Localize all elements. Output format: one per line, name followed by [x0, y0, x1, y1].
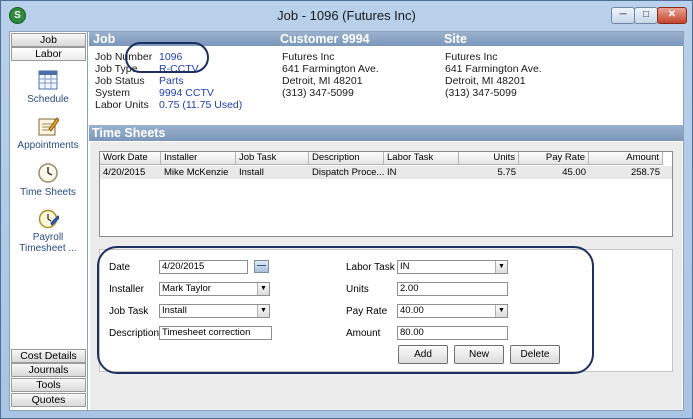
- maximize-button[interactable]: □: [634, 7, 658, 24]
- customer-phone: (313) 347-5099: [282, 87, 354, 99]
- grid-header: Work Date Installer Job Task Description…: [100, 152, 672, 165]
- job-window: S Job - 1096 (Futures Inc) ─ □ ✕ Job Lab…: [0, 0, 693, 419]
- annotation-rounded-rect: [97, 246, 594, 374]
- sidebar-tab-labor[interactable]: Labor: [11, 47, 86, 61]
- schedule-icon: [38, 70, 58, 90]
- column-header-amount[interactable]: Amount: [589, 152, 663, 165]
- column-header-pay-rate[interactable]: Pay Rate: [519, 152, 589, 165]
- labor-units-value: 0.75 (11.75 Used): [159, 99, 243, 111]
- title-bar[interactable]: S Job - 1096 (Futures Inc) ─ □ ✕: [1, 1, 692, 29]
- customer-city: Detroit, MI 48201: [282, 75, 363, 87]
- navigation-sidebar: Job Labor Schedule Appointments Time She…: [10, 32, 88, 410]
- customer-street: 641 Farmington Ave.: [282, 63, 379, 75]
- main-panel: Job Customer 9994 Site Job Number 1096 J…: [89, 32, 683, 410]
- job-status-value: Parts: [159, 75, 184, 87]
- customer-section-title: Customer 9994: [280, 32, 370, 46]
- table-cell: IN: [387, 167, 397, 178]
- table-cell: Dispatch Proce...: [312, 167, 384, 178]
- sidebar-item-payroll-timesheet[interactable]: Payroll Timesheet ...: [10, 207, 86, 254]
- column-header-work-date[interactable]: Work Date: [100, 152, 161, 165]
- job-status-label: Job Status: [95, 75, 145, 87]
- column-header-labor-task[interactable]: Labor Task: [384, 152, 459, 165]
- column-header-description[interactable]: Description: [309, 152, 384, 165]
- time-sheets-title: Time Sheets: [92, 126, 166, 140]
- time-sheets-bar: Time Sheets: [89, 125, 683, 141]
- sidebar-tab-tools[interactable]: Tools: [11, 378, 86, 392]
- sidebar-tab-job[interactable]: Job: [11, 33, 86, 47]
- clock-icon: [38, 163, 58, 183]
- table-cell: 4/20/2015: [103, 167, 146, 178]
- labor-units-label: Labor Units: [95, 99, 149, 111]
- column-header-job-task[interactable]: Job Task: [236, 152, 309, 165]
- job-section-title: Job: [93, 32, 116, 46]
- site-street: 641 Farmington Ave.: [445, 63, 542, 75]
- payroll-timesheet-icon: [38, 209, 59, 229]
- system-value: 9994 CCTV: [159, 87, 214, 99]
- appointments-icon: [38, 117, 59, 136]
- system-label: System: [95, 87, 131, 99]
- sidebar-tab-cost-details[interactable]: Cost Details: [11, 349, 86, 363]
- table-cell: Mike McKenzie: [164, 167, 229, 178]
- job-header: Job Customer 9994 Site Job Number 1096 J…: [89, 32, 683, 122]
- sidebar-tab-journals[interactable]: Journals: [11, 363, 86, 377]
- sidebar-item-appointments[interactable]: Appointments: [10, 115, 86, 151]
- minimize-button[interactable]: ─: [611, 7, 635, 24]
- column-header-units[interactable]: Units: [459, 152, 519, 165]
- sidebar-item-label: Time Sheets: [20, 187, 76, 198]
- client-area: Job Labor Schedule Appointments Time She…: [9, 31, 684, 411]
- table-cell: 5.75: [497, 167, 517, 178]
- sidebar-item-time-sheets[interactable]: Time Sheets: [10, 162, 86, 198]
- sidebar-tab-quotes[interactable]: Quotes: [11, 393, 86, 407]
- sidebar-item-label: Schedule: [27, 94, 69, 105]
- time-sheets-area: Work Date Installer Job Task Description…: [90, 142, 682, 410]
- window-title: Job - 1096 (Futures Inc): [277, 8, 416, 23]
- sidebar-item-label: Appointments: [17, 140, 79, 151]
- annotation-ellipse: [125, 42, 209, 73]
- table-cell: 258.75: [630, 167, 660, 178]
- sidebar-item-label: Payroll Timesheet ...: [19, 232, 77, 254]
- table-cell: Install: [239, 167, 264, 178]
- customer-name: Futures Inc: [282, 51, 335, 63]
- time-sheets-grid[interactable]: Work Date Installer Job Task Description…: [99, 151, 673, 237]
- table-cell: 45.00: [562, 167, 586, 178]
- site-name: Futures Inc: [445, 51, 498, 63]
- sidebar-item-schedule[interactable]: Schedule: [10, 69, 86, 105]
- site-phone: (313) 347-5099: [445, 87, 517, 99]
- site-section-title: Site: [444, 32, 467, 46]
- column-header-installer[interactable]: Installer: [161, 152, 236, 165]
- site-city: Detroit, MI 48201: [445, 75, 526, 87]
- close-button[interactable]: ✕: [657, 7, 687, 24]
